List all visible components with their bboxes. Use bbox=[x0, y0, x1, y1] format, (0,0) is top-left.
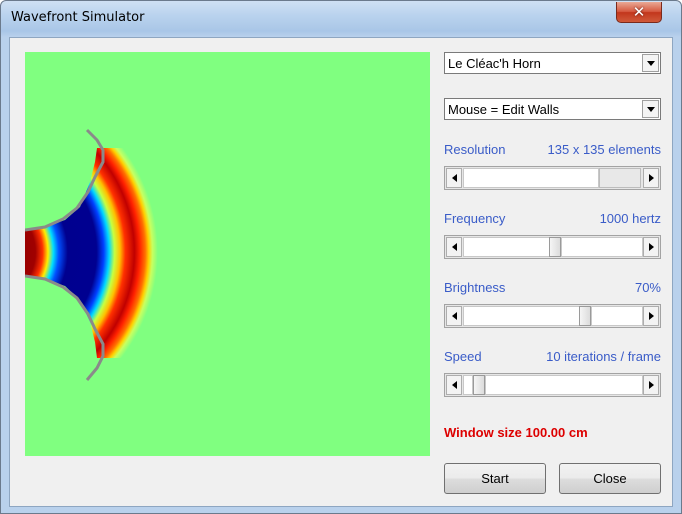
simulation-canvas[interactable] bbox=[25, 52, 430, 456]
scroll-left-icon[interactable] bbox=[446, 168, 462, 188]
frequency-value: 1000 hertz bbox=[599, 211, 661, 226]
scroll-track[interactable] bbox=[561, 237, 643, 257]
frequency-label: Frequency bbox=[444, 211, 506, 226]
close-button[interactable]: Close bbox=[559, 463, 661, 494]
speed-label: Speed bbox=[444, 349, 482, 364]
speed-value: 10 iterations / frame bbox=[546, 349, 661, 364]
scroll-track[interactable] bbox=[485, 375, 643, 395]
resolution-scrollbar[interactable] bbox=[444, 166, 661, 190]
scroll-right-icon[interactable] bbox=[643, 375, 659, 395]
scroll-right-icon[interactable] bbox=[643, 306, 659, 326]
scroll-track[interactable] bbox=[463, 375, 473, 395]
resolution-value: 135 x 135 elements bbox=[547, 142, 661, 157]
scroll-track[interactable] bbox=[463, 168, 599, 188]
scroll-track[interactable] bbox=[463, 237, 553, 257]
scroll-track[interactable] bbox=[463, 306, 583, 326]
resolution-label: Resolution bbox=[444, 142, 506, 157]
scroll-left-icon[interactable] bbox=[446, 306, 462, 326]
app-window: Wavefront Simulator ✕ Le Cléac'h Horn Mo… bbox=[0, 0, 682, 514]
title-bar[interactable]: Wavefront Simulator ✕ bbox=[1, 1, 681, 37]
wavefront-field bbox=[25, 52, 430, 456]
window-title: Wavefront Simulator bbox=[11, 10, 145, 25]
dropdown-arrow-icon[interactable] bbox=[642, 100, 659, 118]
window-close-button[interactable]: ✕ bbox=[616, 2, 662, 23]
frequency-scrollbar[interactable] bbox=[444, 235, 661, 259]
close-icon: ✕ bbox=[632, 3, 646, 21]
speed-scrollbar[interactable] bbox=[444, 373, 661, 397]
start-button[interactable]: Start bbox=[444, 463, 546, 494]
preset-dropdown[interactable]: Le Cléac'h Horn bbox=[444, 52, 661, 74]
scroll-left-icon[interactable] bbox=[446, 237, 462, 257]
mouse-mode-value: Mouse = Edit Walls bbox=[448, 102, 560, 117]
preset-value: Le Cléac'h Horn bbox=[448, 56, 541, 71]
window-size-status: Window size 100.00 cm bbox=[444, 425, 588, 440]
dropdown-arrow-icon[interactable] bbox=[642, 54, 659, 72]
scroll-thumb[interactable] bbox=[549, 237, 561, 257]
scroll-thumb[interactable] bbox=[473, 375, 485, 395]
scroll-left-icon[interactable] bbox=[446, 375, 462, 395]
brightness-scrollbar[interactable] bbox=[444, 304, 661, 328]
scroll-right-icon[interactable] bbox=[643, 168, 659, 188]
client-area: Le Cléac'h Horn Mouse = Edit Walls Resol… bbox=[9, 37, 673, 507]
scroll-thumb[interactable] bbox=[579, 306, 591, 326]
scroll-track[interactable] bbox=[591, 306, 643, 326]
mouse-mode-dropdown[interactable]: Mouse = Edit Walls bbox=[444, 98, 661, 120]
brightness-value: 70% bbox=[634, 280, 661, 295]
brightness-label: Brightness bbox=[444, 280, 506, 295]
scroll-thumb[interactable] bbox=[599, 168, 641, 188]
scroll-right-icon[interactable] bbox=[643, 237, 659, 257]
